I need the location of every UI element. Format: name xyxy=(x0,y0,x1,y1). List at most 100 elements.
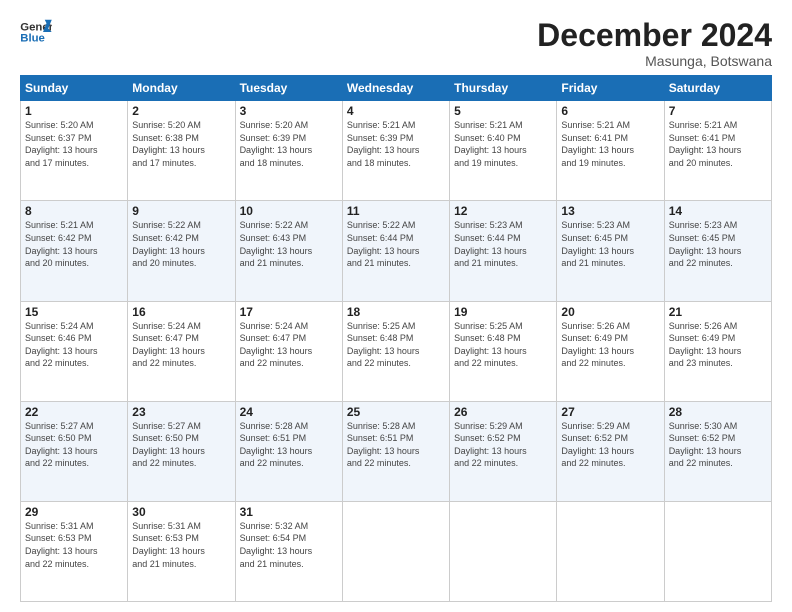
day-number: 31 xyxy=(240,505,338,519)
col-sunday: Sunday xyxy=(21,76,128,101)
day-info: Sunrise: 5:20 AM Sunset: 6:37 PM Dayligh… xyxy=(25,119,123,169)
day-info: Sunrise: 5:24 AM Sunset: 6:47 PM Dayligh… xyxy=(132,320,230,370)
day-number: 2 xyxy=(132,104,230,118)
header-row: Sunday Monday Tuesday Wednesday Thursday… xyxy=(21,76,772,101)
day-number: 26 xyxy=(454,405,552,419)
table-row: 31Sunrise: 5:32 AM Sunset: 6:54 PM Dayli… xyxy=(235,501,342,601)
table-row: 15Sunrise: 5:24 AM Sunset: 6:46 PM Dayli… xyxy=(21,301,128,401)
table-row: 10Sunrise: 5:22 AM Sunset: 6:43 PM Dayli… xyxy=(235,201,342,301)
day-info: Sunrise: 5:21 AM Sunset: 6:40 PM Dayligh… xyxy=(454,119,552,169)
day-info: Sunrise: 5:27 AM Sunset: 6:50 PM Dayligh… xyxy=(25,420,123,470)
day-info: Sunrise: 5:25 AM Sunset: 6:48 PM Dayligh… xyxy=(454,320,552,370)
calendar-week-4: 22Sunrise: 5:27 AM Sunset: 6:50 PM Dayli… xyxy=(21,401,772,501)
table-row: 19Sunrise: 5:25 AM Sunset: 6:48 PM Dayli… xyxy=(450,301,557,401)
day-number: 25 xyxy=(347,405,445,419)
day-info: Sunrise: 5:26 AM Sunset: 6:49 PM Dayligh… xyxy=(561,320,659,370)
calendar-week-1: 1Sunrise: 5:20 AM Sunset: 6:37 PM Daylig… xyxy=(21,101,772,201)
day-number: 28 xyxy=(669,405,767,419)
day-number: 19 xyxy=(454,305,552,319)
day-info: Sunrise: 5:20 AM Sunset: 6:38 PM Dayligh… xyxy=(132,119,230,169)
day-number: 11 xyxy=(347,204,445,218)
table-row xyxy=(450,501,557,601)
day-info: Sunrise: 5:29 AM Sunset: 6:52 PM Dayligh… xyxy=(454,420,552,470)
table-row: 28Sunrise: 5:30 AM Sunset: 6:52 PM Dayli… xyxy=(664,401,771,501)
table-row: 7Sunrise: 5:21 AM Sunset: 6:41 PM Daylig… xyxy=(664,101,771,201)
logo-icon: General Blue xyxy=(20,18,52,46)
day-number: 27 xyxy=(561,405,659,419)
table-row xyxy=(664,501,771,601)
day-number: 6 xyxy=(561,104,659,118)
day-number: 9 xyxy=(132,204,230,218)
day-number: 21 xyxy=(669,305,767,319)
table-row: 3Sunrise: 5:20 AM Sunset: 6:39 PM Daylig… xyxy=(235,101,342,201)
day-number: 23 xyxy=(132,405,230,419)
calendar-table: Sunday Monday Tuesday Wednesday Thursday… xyxy=(20,75,772,602)
table-row: 18Sunrise: 5:25 AM Sunset: 6:48 PM Dayli… xyxy=(342,301,449,401)
svg-text:Blue: Blue xyxy=(20,33,45,45)
table-row: 22Sunrise: 5:27 AM Sunset: 6:50 PM Dayli… xyxy=(21,401,128,501)
table-row: 20Sunrise: 5:26 AM Sunset: 6:49 PM Dayli… xyxy=(557,301,664,401)
day-number: 4 xyxy=(347,104,445,118)
day-number: 5 xyxy=(454,104,552,118)
day-info: Sunrise: 5:24 AM Sunset: 6:46 PM Dayligh… xyxy=(25,320,123,370)
table-row: 25Sunrise: 5:28 AM Sunset: 6:51 PM Dayli… xyxy=(342,401,449,501)
day-number: 13 xyxy=(561,204,659,218)
day-info: Sunrise: 5:23 AM Sunset: 6:44 PM Dayligh… xyxy=(454,219,552,269)
day-info: Sunrise: 5:21 AM Sunset: 6:41 PM Dayligh… xyxy=(669,119,767,169)
day-info: Sunrise: 5:32 AM Sunset: 6:54 PM Dayligh… xyxy=(240,520,338,570)
day-number: 29 xyxy=(25,505,123,519)
header: General Blue December 2024 Masunga, Bots… xyxy=(20,18,772,69)
table-row: 24Sunrise: 5:28 AM Sunset: 6:51 PM Dayli… xyxy=(235,401,342,501)
day-number: 8 xyxy=(25,204,123,218)
table-row: 9Sunrise: 5:22 AM Sunset: 6:42 PM Daylig… xyxy=(128,201,235,301)
day-number: 3 xyxy=(240,104,338,118)
location: Masunga, Botswana xyxy=(537,53,772,69)
day-info: Sunrise: 5:26 AM Sunset: 6:49 PM Dayligh… xyxy=(669,320,767,370)
day-number: 12 xyxy=(454,204,552,218)
day-number: 15 xyxy=(25,305,123,319)
day-number: 22 xyxy=(25,405,123,419)
calendar-week-2: 8Sunrise: 5:21 AM Sunset: 6:42 PM Daylig… xyxy=(21,201,772,301)
day-info: Sunrise: 5:25 AM Sunset: 6:48 PM Dayligh… xyxy=(347,320,445,370)
table-row: 17Sunrise: 5:24 AM Sunset: 6:47 PM Dayli… xyxy=(235,301,342,401)
calendar-week-3: 15Sunrise: 5:24 AM Sunset: 6:46 PM Dayli… xyxy=(21,301,772,401)
table-row: 1Sunrise: 5:20 AM Sunset: 6:37 PM Daylig… xyxy=(21,101,128,201)
day-info: Sunrise: 5:28 AM Sunset: 6:51 PM Dayligh… xyxy=(347,420,445,470)
day-number: 7 xyxy=(669,104,767,118)
day-info: Sunrise: 5:21 AM Sunset: 6:39 PM Dayligh… xyxy=(347,119,445,169)
table-row: 13Sunrise: 5:23 AM Sunset: 6:45 PM Dayli… xyxy=(557,201,664,301)
day-number: 1 xyxy=(25,104,123,118)
table-row: 21Sunrise: 5:26 AM Sunset: 6:49 PM Dayli… xyxy=(664,301,771,401)
day-info: Sunrise: 5:21 AM Sunset: 6:42 PM Dayligh… xyxy=(25,219,123,269)
table-row: 8Sunrise: 5:21 AM Sunset: 6:42 PM Daylig… xyxy=(21,201,128,301)
day-info: Sunrise: 5:31 AM Sunset: 6:53 PM Dayligh… xyxy=(25,520,123,570)
day-number: 14 xyxy=(669,204,767,218)
day-info: Sunrise: 5:24 AM Sunset: 6:47 PM Dayligh… xyxy=(240,320,338,370)
day-number: 20 xyxy=(561,305,659,319)
table-row: 26Sunrise: 5:29 AM Sunset: 6:52 PM Dayli… xyxy=(450,401,557,501)
day-number: 16 xyxy=(132,305,230,319)
table-row: 30Sunrise: 5:31 AM Sunset: 6:53 PM Dayli… xyxy=(128,501,235,601)
col-saturday: Saturday xyxy=(664,76,771,101)
table-row: 11Sunrise: 5:22 AM Sunset: 6:44 PM Dayli… xyxy=(342,201,449,301)
day-info: Sunrise: 5:23 AM Sunset: 6:45 PM Dayligh… xyxy=(561,219,659,269)
table-row: 5Sunrise: 5:21 AM Sunset: 6:40 PM Daylig… xyxy=(450,101,557,201)
col-wednesday: Wednesday xyxy=(342,76,449,101)
day-info: Sunrise: 5:22 AM Sunset: 6:42 PM Dayligh… xyxy=(132,219,230,269)
day-info: Sunrise: 5:29 AM Sunset: 6:52 PM Dayligh… xyxy=(561,420,659,470)
table-row: 12Sunrise: 5:23 AM Sunset: 6:44 PM Dayli… xyxy=(450,201,557,301)
page: General Blue December 2024 Masunga, Bots… xyxy=(0,0,792,612)
day-info: Sunrise: 5:23 AM Sunset: 6:45 PM Dayligh… xyxy=(669,219,767,269)
day-info: Sunrise: 5:28 AM Sunset: 6:51 PM Dayligh… xyxy=(240,420,338,470)
day-info: Sunrise: 5:22 AM Sunset: 6:43 PM Dayligh… xyxy=(240,219,338,269)
day-number: 30 xyxy=(132,505,230,519)
logo: General Blue xyxy=(20,18,52,46)
day-info: Sunrise: 5:22 AM Sunset: 6:44 PM Dayligh… xyxy=(347,219,445,269)
day-info: Sunrise: 5:27 AM Sunset: 6:50 PM Dayligh… xyxy=(132,420,230,470)
col-tuesday: Tuesday xyxy=(235,76,342,101)
day-info: Sunrise: 5:20 AM Sunset: 6:39 PM Dayligh… xyxy=(240,119,338,169)
table-row: 27Sunrise: 5:29 AM Sunset: 6:52 PM Dayli… xyxy=(557,401,664,501)
table-row: 23Sunrise: 5:27 AM Sunset: 6:50 PM Dayli… xyxy=(128,401,235,501)
table-row: 29Sunrise: 5:31 AM Sunset: 6:53 PM Dayli… xyxy=(21,501,128,601)
table-row: 4Sunrise: 5:21 AM Sunset: 6:39 PM Daylig… xyxy=(342,101,449,201)
